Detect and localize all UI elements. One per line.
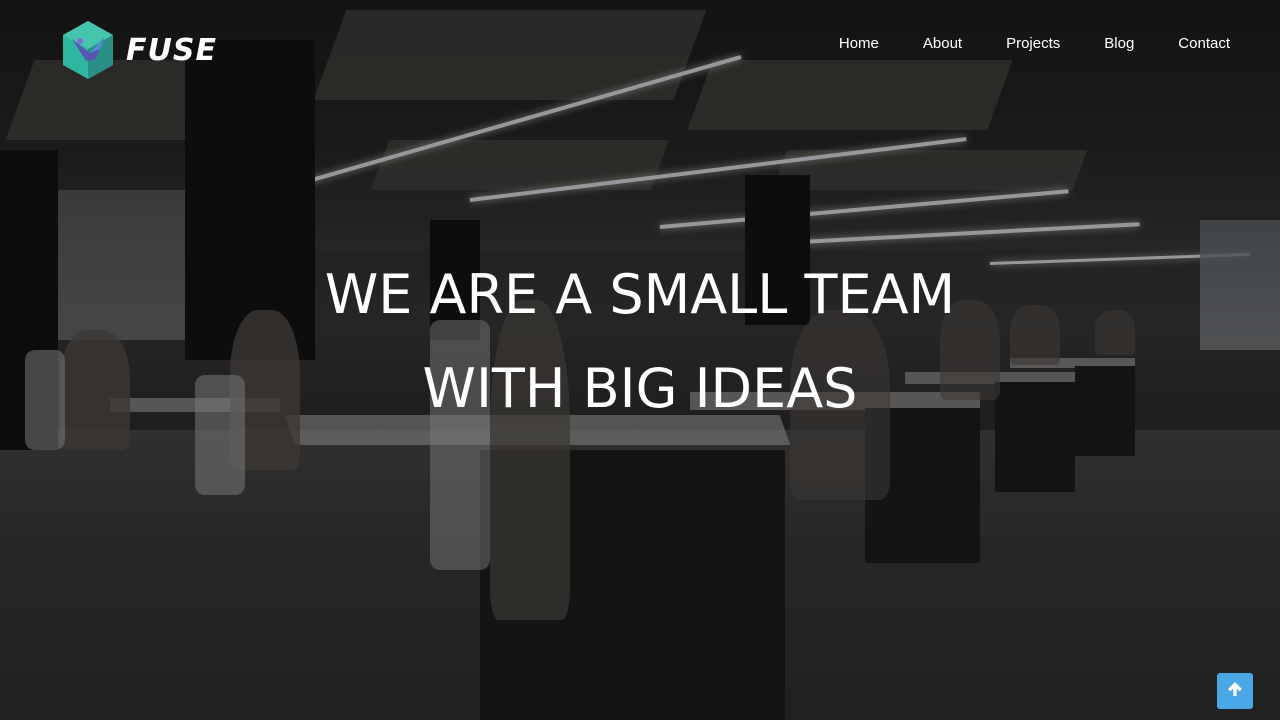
main-navigation: Home About Projects Blog Contact [795, 34, 1230, 54]
brand-name: FUSE [126, 32, 217, 68]
nav-link-projects[interactable]: Projects [1006, 34, 1060, 54]
hero-headline-line-2: WITH BIG IDEAS [422, 357, 858, 420]
logo-hexagon-icon [60, 19, 116, 81]
scroll-to-top-button[interactable] [1217, 673, 1253, 709]
nav-link-home[interactable]: Home [839, 34, 879, 54]
nav-link-blog[interactable]: Blog [1104, 34, 1134, 54]
nav-link-about[interactable]: About [923, 34, 962, 54]
hero-headline-line-1: WE ARE A SMALL TEAM [324, 263, 956, 326]
brand-logo[interactable]: FUSE [60, 18, 217, 82]
nav-link-contact[interactable]: Contact [1178, 34, 1230, 54]
hero-headline: WE ARE A SMALL TEAM WITH BIG IDEAS [0, 248, 1280, 436]
hero-section: FUSE Home About Projects Blog Contact WE… [0, 0, 1280, 720]
arrow-up-icon [1225, 679, 1245, 703]
site-header: FUSE Home About Projects Blog Contact [0, 0, 1280, 90]
